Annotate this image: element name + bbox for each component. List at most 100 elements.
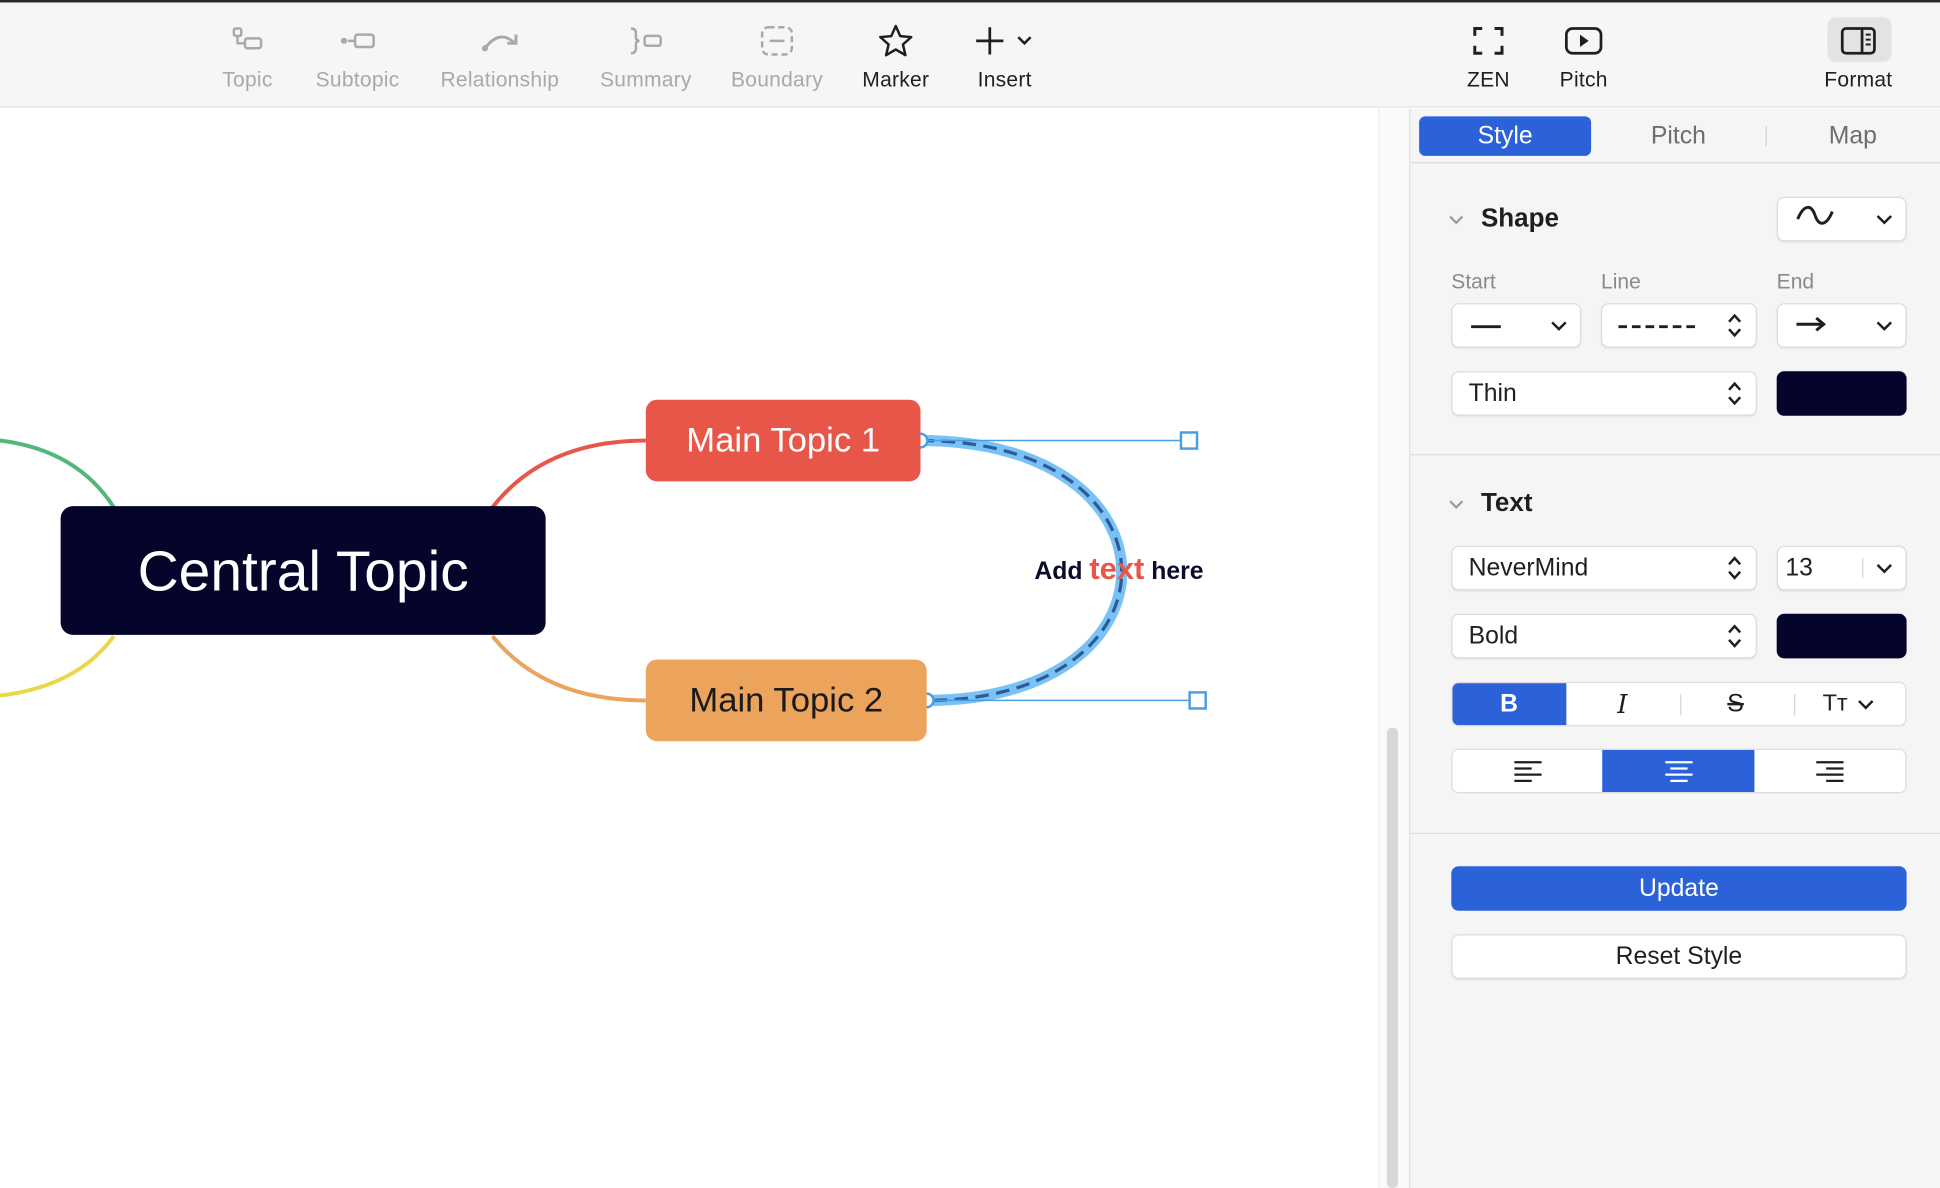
- solid-line-icon: [1453, 311, 1538, 339]
- text-align-group: [1451, 748, 1907, 794]
- italic-label: I: [1617, 689, 1628, 719]
- subtopic-label: Subtopic: [315, 68, 400, 92]
- tab-map[interactable]: Map: [1767, 116, 1939, 156]
- scrollbar-thumb[interactable]: [1386, 727, 1399, 1188]
- chevron-down-icon: [1863, 213, 1905, 224]
- chevron-down-icon: [1538, 320, 1580, 331]
- align-left-icon: [1513, 761, 1542, 782]
- dashed-line-icon: [1602, 311, 1713, 339]
- line-color-swatch[interactable]: [1776, 371, 1907, 416]
- arrow-end-icon: [1778, 311, 1863, 339]
- align-left-button[interactable]: [1453, 750, 1603, 792]
- font-size-combo[interactable]: 13: [1776, 545, 1907, 591]
- central-topic[interactable]: Central Topic: [60, 506, 546, 635]
- subtopic-button[interactable]: Subtopic: [311, 20, 405, 99]
- chevron-down-icon: [1863, 562, 1905, 573]
- shape-section-title: Shape: [1480, 204, 1559, 233]
- bold-label: B: [1500, 689, 1519, 718]
- relationship-button[interactable]: Relationship: [436, 20, 565, 99]
- curve-type-select[interactable]: [1776, 196, 1907, 242]
- align-center-icon: [1664, 761, 1692, 782]
- insert-button[interactable]: Insert: [972, 20, 1036, 99]
- boundary-label: Boundary: [730, 68, 823, 92]
- format-panel-icon: [1840, 20, 1877, 62]
- updown-stepper-icon: [1714, 554, 1756, 581]
- star-icon: [877, 20, 914, 62]
- tab-pitch[interactable]: Pitch: [1592, 116, 1764, 156]
- main-topic-1[interactable]: Main Topic 1: [645, 399, 921, 482]
- curve-icon: [1778, 204, 1863, 234]
- relationship-text-after: here: [1151, 558, 1204, 586]
- text-section-title: Text: [1480, 488, 1533, 518]
- updown-stepper-icon: [1714, 312, 1756, 339]
- main-topic-2[interactable]: Main Topic 2: [645, 659, 927, 742]
- pitch-button[interactable]: Pitch: [1554, 20, 1613, 99]
- end-label: End: [1776, 269, 1815, 294]
- updown-stepper-icon: [1714, 622, 1756, 649]
- chevron-down-icon: [1858, 699, 1874, 709]
- chevron-down-icon: [1863, 320, 1905, 331]
- chevron-down-icon: [1449, 210, 1464, 229]
- text-section-header[interactable]: Text: [1449, 488, 1533, 519]
- tabs-divider: [1410, 162, 1940, 164]
- relationship-icon: [480, 20, 520, 62]
- text-case-button[interactable]: Tт: [1792, 683, 1905, 725]
- summary-button[interactable]: Summary: [596, 20, 695, 99]
- relationship-text-accent: text: [1089, 551, 1145, 587]
- start-cap-select[interactable]: [1451, 303, 1582, 348]
- font-family-value: NeverMind: [1468, 553, 1589, 582]
- zen-button[interactable]: ZEN: [1460, 20, 1517, 99]
- align-right-button[interactable]: [1754, 750, 1905, 792]
- topic-icon: [230, 20, 265, 62]
- line-style-select[interactable]: [1600, 303, 1757, 348]
- chevron-down-icon: [1449, 494, 1464, 513]
- zen-fullscreen-icon: [1471, 20, 1506, 62]
- summary-icon: [626, 20, 666, 62]
- font-family-select[interactable]: NeverMind: [1451, 545, 1757, 591]
- main1-branch-line: [490, 438, 646, 509]
- font-weight-select[interactable]: Bold: [1451, 613, 1757, 659]
- updown-stepper-icon: [1714, 380, 1756, 407]
- boundary-button[interactable]: Boundary: [727, 20, 826, 99]
- relationship-text[interactable]: Add text here: [1034, 552, 1203, 588]
- zen-label: ZEN: [1466, 68, 1510, 92]
- topic-button[interactable]: Topic: [217, 20, 279, 99]
- tab-style[interactable]: Style: [1419, 116, 1592, 156]
- format-panel: Style Pitch Map Shape Start Line End Thi…: [1409, 108, 1940, 1188]
- format-button[interactable]: Format: [1819, 20, 1898, 99]
- toolbar: Topic Subtopic Relationship Summary Boun: [0, 0, 1940, 108]
- line-label: Line: [1600, 269, 1641, 294]
- control-handle-1[interactable]: [1179, 431, 1199, 450]
- start-label: Start: [1451, 269, 1496, 294]
- reset-style-button[interactable]: Reset Style: [1451, 934, 1907, 979]
- pitch-play-icon: [1564, 20, 1604, 62]
- text-divider: [1410, 832, 1940, 835]
- main2-branch-line: [490, 634, 646, 703]
- summary-label: Summary: [599, 68, 692, 92]
- italic-button[interactable]: I: [1566, 683, 1679, 725]
- update-button[interactable]: Update: [1451, 866, 1907, 911]
- font-size-value[interactable]: 13: [1778, 554, 1862, 582]
- text-case-label: Tт: [1822, 690, 1848, 717]
- thickness-value: Thin: [1468, 379, 1517, 407]
- text-color-swatch[interactable]: [1776, 613, 1907, 659]
- mindmap-canvas[interactable]: Central Topic Main Topic 1 Main Topic 2 …: [0, 108, 1379, 1188]
- subtopic-icon: [338, 20, 378, 62]
- connection-lines: [0, 431, 1207, 710]
- plus-icon: [976, 27, 1032, 55]
- relationship-text-before: Add: [1034, 558, 1083, 586]
- strikethrough-label: S: [1727, 689, 1744, 718]
- end-cap-select[interactable]: [1776, 303, 1907, 348]
- control-handle-2[interactable]: [1188, 691, 1207, 710]
- text-format-group: B I S Tт: [1451, 681, 1907, 727]
- boundary-icon: [758, 20, 795, 62]
- pitch-label: Pitch: [1559, 68, 1608, 92]
- insert-icons: [974, 20, 1036, 62]
- strikethrough-button[interactable]: S: [1679, 683, 1792, 725]
- align-center-button[interactable]: [1602, 749, 1755, 792]
- marker-button[interactable]: Marker: [859, 20, 933, 99]
- format-label: Format: [1824, 68, 1893, 92]
- bold-button[interactable]: B: [1452, 683, 1566, 726]
- line-thickness-select[interactable]: Thin: [1451, 371, 1757, 416]
- shape-section-header[interactable]: Shape: [1449, 204, 1559, 234]
